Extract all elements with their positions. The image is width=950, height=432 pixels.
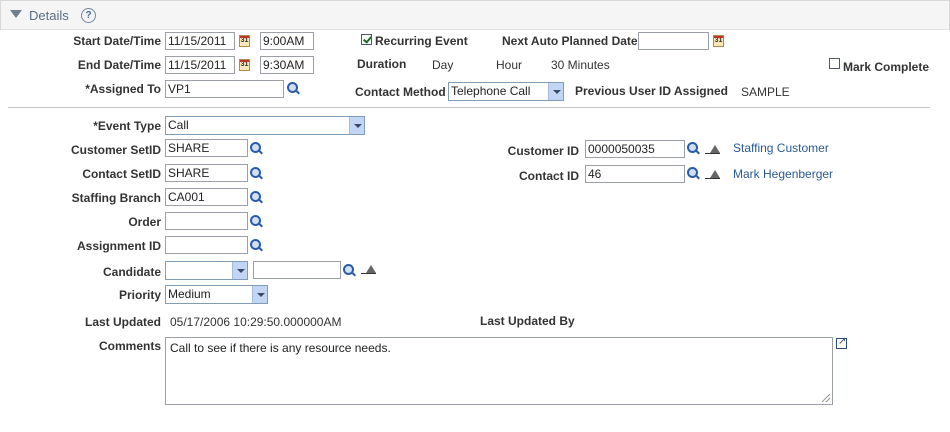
customer-setid-label: Customer SetID [70, 143, 161, 157]
contact-method-label: Contact Method [355, 85, 446, 99]
previous-user-id-value: SAMPLE [741, 85, 790, 99]
customer-id-eraser-icon[interactable] [705, 145, 721, 155]
event-type-value: Call [168, 118, 189, 132]
duration-day: Day [432, 58, 454, 72]
start-datetime-label: Start Date/Time [73, 34, 161, 48]
recurring-event-label: Recurring Event [375, 34, 468, 48]
contact-id-input[interactable]: 46 [585, 165, 685, 183]
chevron-down-icon[interactable] [232, 262, 247, 279]
chevron-down-icon[interactable] [252, 286, 267, 303]
order-lookup-icon[interactable] [250, 215, 264, 229]
last-updated-value: 05/17/2006 10:29:50.000000AM [170, 315, 342, 329]
section-divider [8, 107, 930, 108]
duration-hour: Hour [496, 58, 523, 72]
candidate-lookup-icon[interactable] [343, 264, 357, 278]
order-input[interactable] [165, 212, 248, 230]
recurring-event-checkbox[interactable] [361, 34, 372, 45]
last-updated-by-label: Last Updated By [480, 314, 575, 328]
duration-label: Duration [357, 57, 407, 71]
next-auto-calendar-icon[interactable]: 31 [713, 35, 724, 47]
help-icon[interactable]: ? [81, 8, 96, 23]
last-updated-label: Last Updated [84, 315, 161, 329]
previous-user-id-label: Previous User ID Assigned [575, 84, 728, 98]
next-auto-planned-date-input[interactable] [638, 32, 709, 50]
contact-id-eraser-icon[interactable] [705, 170, 721, 180]
collapse-triangle-icon[interactable] [10, 10, 22, 18]
order-label: Order [128, 215, 161, 229]
end-time-input[interactable]: 9:30AM [260, 56, 314, 74]
end-date-calendar-icon[interactable]: 31 [239, 59, 250, 71]
assignment-id-input[interactable] [165, 236, 248, 254]
details-section-header[interactable]: Details ? [0, 0, 950, 30]
start-date-calendar-icon[interactable]: 31 [239, 35, 250, 47]
contact-setid-label: Contact SetID [82, 167, 161, 181]
start-date-input[interactable]: 11/15/2011 [165, 32, 235, 50]
customer-id-label: Customer ID [507, 144, 579, 158]
staffing-branch-input[interactable]: CA001 [165, 188, 248, 206]
customer-setid-input[interactable]: SHARE [165, 139, 248, 157]
contact-setid-lookup-icon[interactable] [250, 167, 264, 181]
staffing-branch-label: Staffing Branch [71, 191, 161, 205]
candidate-input[interactable] [253, 261, 341, 279]
contact-id-label: Contact ID [519, 169, 579, 183]
staffing-customer-link[interactable]: Staffing Customer [733, 141, 829, 155]
end-datetime-label: End Date/Time [77, 58, 161, 72]
chevron-down-icon[interactable] [548, 83, 563, 100]
mark-complete-checkbox[interactable] [829, 58, 840, 69]
comments-textarea[interactable]: Call to see if there is any resource nee… [165, 337, 833, 405]
candidate-label: Candidate [102, 265, 161, 279]
event-type-select[interactable]: Call [165, 116, 365, 135]
contact-name-link[interactable]: Mark Hegenberger [733, 167, 833, 181]
customer-id-lookup-icon[interactable] [687, 142, 701, 156]
section-title[interactable]: Details [29, 8, 69, 23]
mark-complete-label: Mark Complete [843, 60, 930, 74]
staffing-branch-lookup-icon[interactable] [250, 191, 264, 205]
contact-setid-input[interactable]: SHARE [165, 164, 248, 182]
priority-value: Medium [168, 287, 211, 301]
comments-text: Call to see if there is any resource nee… [170, 341, 391, 355]
priority-label: Priority [118, 288, 161, 302]
assigned-to-lookup-icon[interactable] [287, 82, 301, 96]
contact-id-lookup-icon[interactable] [687, 167, 701, 181]
contact-method-select[interactable]: Telephone Call [448, 82, 564, 101]
end-date-input[interactable]: 11/15/2011 [165, 56, 235, 74]
priority-select[interactable]: Medium [165, 285, 268, 304]
customer-id-input[interactable]: 0000050035 [585, 140, 685, 158]
comments-label: Comments [98, 339, 161, 353]
start-time-input[interactable]: 9:00AM [260, 32, 314, 50]
candidate-select[interactable] [165, 261, 248, 280]
contact-method-value: Telephone Call [451, 84, 531, 98]
next-auto-planned-date-label: Next Auto Planned Date [502, 34, 638, 48]
candidate-eraser-icon[interactable] [361, 265, 377, 275]
assignment-id-lookup-icon[interactable] [250, 239, 264, 253]
duration-minutes: 30 Minutes [551, 58, 610, 72]
chevron-down-icon[interactable] [349, 117, 364, 134]
assigned-to-label: *Assigned To [85, 82, 161, 96]
assigned-to-input[interactable]: VP1 [165, 80, 284, 98]
expand-icon[interactable] [836, 336, 847, 349]
resize-grip-icon[interactable] [822, 394, 830, 402]
assignment-id-label: Assignment ID [76, 239, 161, 253]
event-type-label: *Event Type [93, 119, 161, 133]
customer-setid-lookup-icon[interactable] [250, 142, 264, 156]
